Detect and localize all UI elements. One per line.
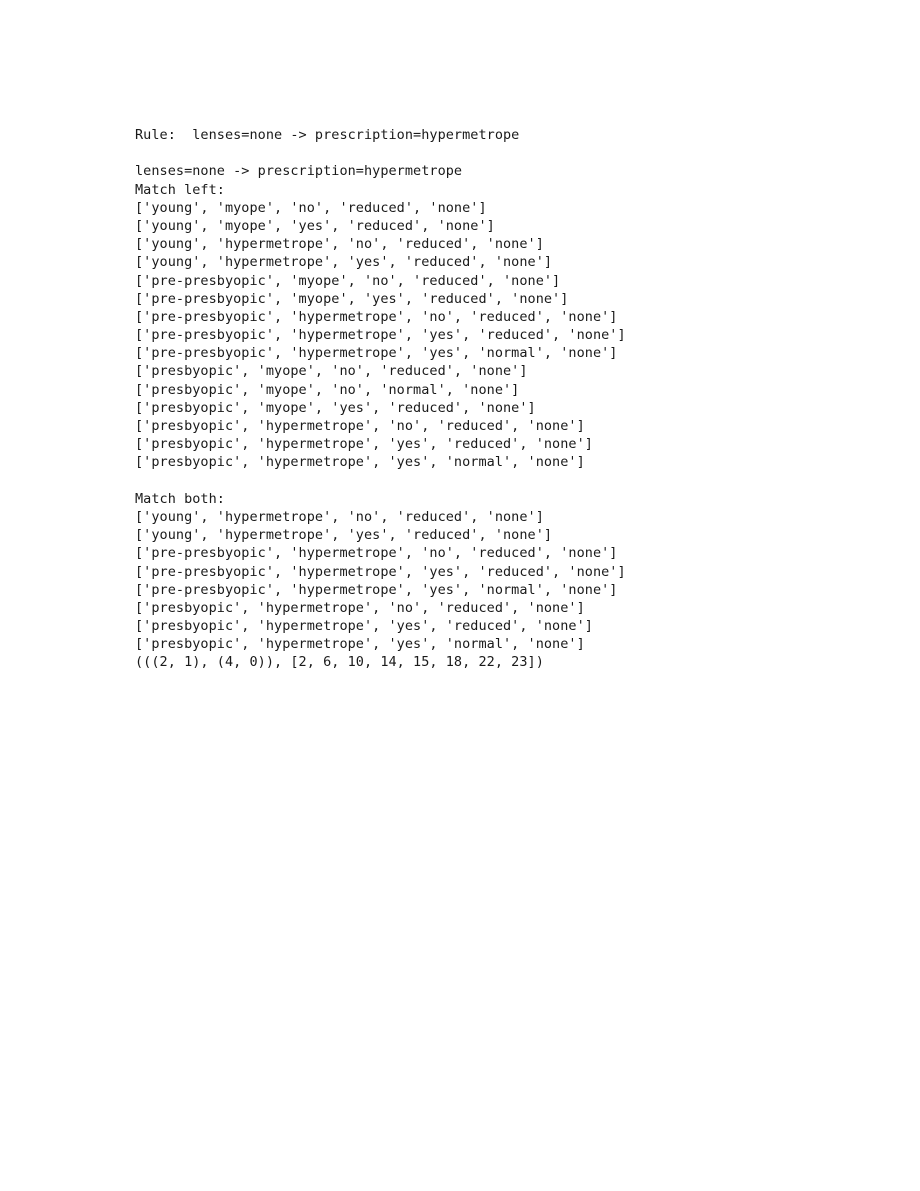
match-both-row: ['pre-presbyopic', 'hypermetrope', 'yes'…	[135, 581, 618, 598]
rule-header-line: Rule: lenses=none -> prescription=hyperm…	[135, 127, 520, 143]
match-both-row: ['young', 'hypermetrope', 'yes', 'reduce…	[135, 527, 553, 544]
summary-tuple-line: (((2, 1), (4, 0)), [2, 6, 10, 14, 15, 18…	[135, 654, 544, 671]
match-both-row: ['presbyopic', 'hypermetrope', 'yes', 'r…	[135, 618, 593, 635]
match-left-row: ['pre-presbyopic', 'myope', 'no', 'reduc…	[135, 272, 561, 289]
match-both-title: Match both:	[135, 490, 225, 507]
match-left-row: ['presbyopic', 'myope', 'no', 'normal', …	[135, 381, 520, 398]
match-left-row: ['presbyopic', 'myope', 'yes', 'reduced'…	[135, 399, 536, 416]
match-left-row: ['pre-presbyopic', 'hypermetrope', 'no',…	[135, 308, 618, 325]
match-left-row: ['young', 'myope', 'yes', 'reduced', 'no…	[135, 217, 495, 234]
match-left-row: ['presbyopic', 'hypermetrope', 'yes', 'r…	[135, 436, 593, 453]
output-console: Rule: lenses=none -> prescription=hyperm…	[135, 126, 895, 672]
match-left-row: ['pre-presbyopic', 'hypermetrope', 'yes'…	[135, 345, 618, 362]
match-left-row: ['young', 'myope', 'no', 'reduced', 'non…	[135, 199, 487, 216]
match-both-section: Match both: ['young', 'hypermetrope', 'n…	[135, 490, 895, 654]
match-left-row: ['presbyopic', 'myope', 'no', 'reduced',…	[135, 363, 528, 380]
match-both-row: ['presbyopic', 'hypermetrope', 'yes', 'n…	[135, 636, 585, 653]
match-left-row: ['presbyopic', 'hypermetrope', 'no', 're…	[135, 418, 585, 434]
match-left-section: Match left: ['young', 'myope', 'no', 're…	[135, 181, 895, 472]
match-left-row: ['young', 'hypermetrope', 'yes', 'reduce…	[135, 254, 553, 271]
match-left-row: ['pre-presbyopic', 'hypermetrope', 'yes'…	[135, 327, 626, 344]
match-both-row: ['young', 'hypermetrope', 'no', 'reduced…	[135, 508, 544, 525]
match-both-row: ['pre-presbyopic', 'hypermetrope', 'yes'…	[135, 563, 626, 580]
match-both-row: ['presbyopic', 'hypermetrope', 'no', 're…	[135, 599, 585, 616]
match-left-row: ['young', 'hypermetrope', 'no', 'reduced…	[135, 236, 544, 253]
match-left-row: ['pre-presbyopic', 'myope', 'yes', 'redu…	[135, 290, 569, 307]
match-both-row: ['pre-presbyopic', 'hypermetrope', 'no',…	[135, 545, 618, 562]
rule-statement-line: lenses=none -> prescription=hypermetrope	[135, 163, 463, 180]
match-left-title: Match left:	[135, 181, 225, 198]
match-left-row: ['presbyopic', 'hypermetrope', 'yes', 'n…	[135, 454, 585, 471]
